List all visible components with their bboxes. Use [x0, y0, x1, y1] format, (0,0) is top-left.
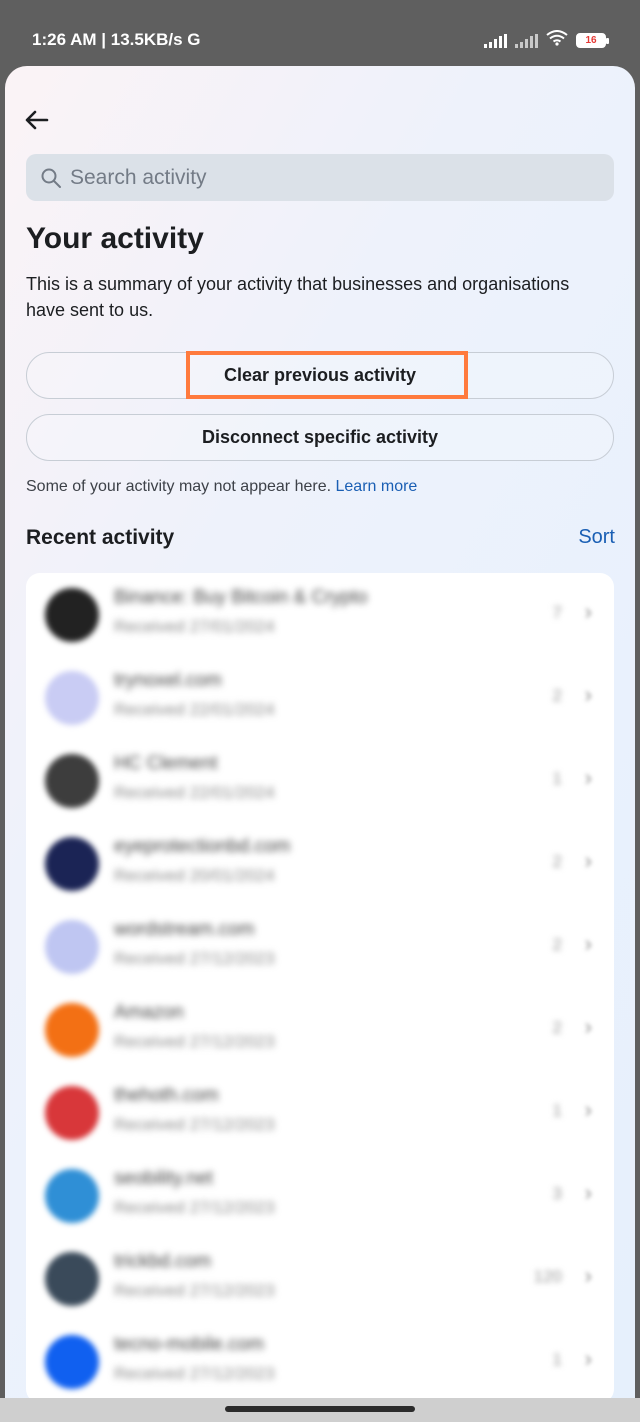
item-count: 2 [552, 1018, 562, 1037]
chevron-right-icon: › [584, 1263, 592, 1288]
item-received: Received 27/12/2023 [114, 1115, 275, 1134]
item-count: 1 [552, 769, 562, 788]
chevron-right-icon: › [584, 848, 592, 873]
chevron-right-icon: › [584, 765, 592, 790]
signal-2-icon [515, 33, 538, 48]
item-count: 1 [552, 1101, 562, 1120]
item-name: eyeprotectionbd.com [114, 836, 291, 857]
activity-list: Binance: Buy Bitcoin & Crypto Received 2… [26, 573, 614, 1398]
disconnect-button-label: Disconnect specific activity [201, 427, 439, 447]
item-name: tecno-mobile.com [114, 1334, 264, 1355]
item-count: 2 [552, 935, 562, 954]
chevron-right-icon: › [584, 599, 592, 624]
list-item[interactable]: seobility.net Received 27/12/2023 3 › [26, 1154, 614, 1237]
item-count: 120 [533, 1267, 562, 1286]
home-gesture-handle[interactable] [225, 1406, 415, 1412]
chevron-right-icon: › [584, 1097, 592, 1122]
item-count: 1 [552, 1350, 562, 1369]
item-name: thehoth.com [114, 1085, 219, 1106]
signal-icon [484, 33, 507, 48]
item-received: Received 27/01/2024 [114, 617, 275, 636]
list-item[interactable]: tecno-mobile.com Received 27/12/2023 1 › [26, 1320, 614, 1398]
item-count: 7 [552, 603, 562, 622]
app-avatar [45, 837, 99, 891]
item-name: seobility.net [114, 1168, 213, 1189]
app-avatar [45, 1252, 99, 1306]
item-count: 2 [552, 852, 562, 871]
page-title: Your activity [26, 222, 204, 255]
item-name: Amazon [114, 1002, 184, 1023]
activity-sheet: Search activity Your activity This is a … [5, 66, 635, 1398]
item-received: Received 27/12/2023 [114, 949, 275, 968]
search-input[interactable]: Search activity [26, 154, 614, 201]
item-count: 2 [552, 686, 562, 705]
app-avatar [45, 1086, 99, 1140]
app-avatar [45, 920, 99, 974]
app-avatar [45, 671, 99, 725]
sort-button[interactable]: Sort [578, 526, 615, 549]
item-name: trickbd.com [114, 1251, 212, 1272]
chevron-right-icon: › [584, 1180, 592, 1205]
app-avatar [45, 1169, 99, 1223]
clear-previous-activity-button[interactable]: Clear previous activity [26, 352, 614, 399]
list-item[interactable]: Binance: Buy Bitcoin & Crypto Received 2… [26, 573, 614, 656]
status-bar: 1:26 AM | 13.5KB/s G 16 [0, 0, 640, 72]
chevron-right-icon: › [584, 1014, 592, 1039]
app-avatar [45, 588, 99, 642]
list-item[interactable]: wordstream.com Received 27/12/2023 2 › [26, 905, 614, 988]
arrow-left-icon [25, 110, 49, 130]
chevron-right-icon: › [584, 682, 592, 707]
battery-icon: 16 [576, 33, 609, 48]
learn-more-link[interactable]: Learn more [336, 478, 418, 495]
list-item[interactable]: trynoxel.com Received 22/01/2024 2 › [26, 656, 614, 739]
list-item[interactable]: trickbd.com Received 27/12/2023 120 › [26, 1237, 614, 1320]
status-time-speed: 1:26 AM | 13.5KB/s G [32, 30, 201, 49]
list-item[interactable]: thehoth.com Received 27/12/2023 1 › [26, 1071, 614, 1154]
item-count: 3 [552, 1184, 562, 1203]
disconnect-specific-activity-button[interactable]: Disconnect specific activity [26, 414, 614, 461]
item-name: Binance: Buy Bitcoin & Crypto [114, 587, 368, 608]
item-received: Received 27/12/2023 [114, 1281, 275, 1300]
list-item[interactable]: eyeprotectionbd.com Received 20/01/2024 … [26, 822, 614, 905]
item-name: wordstream.com [114, 919, 255, 940]
recent-activity-heading: Recent activity [26, 526, 175, 549]
item-received: Received 27/12/2023 [114, 1198, 275, 1217]
app-avatar [45, 754, 99, 808]
item-received: Received 22/01/2024 [114, 783, 275, 802]
item-name: HC Clement [114, 753, 218, 774]
list-item[interactable]: Amazon Received 27/12/2023 2 › [26, 988, 614, 1071]
app-avatar [45, 1335, 99, 1389]
chevron-right-icon: › [584, 1346, 592, 1371]
list-item[interactable]: HC Clement Received 22/01/2024 1 › [26, 739, 614, 822]
search-icon [41, 168, 61, 188]
chevron-right-icon: › [584, 931, 592, 956]
item-received: Received 22/01/2024 [114, 700, 275, 719]
note-text: Some of your activity may not appear her… [26, 478, 332, 495]
back-button[interactable] [23, 106, 53, 136]
app-avatar [45, 1003, 99, 1057]
wifi-icon [546, 30, 568, 51]
item-name: trynoxel.com [114, 670, 222, 691]
clear-button-label: Clear previous activity [223, 365, 417, 385]
activity-note: Some of your activity may not appear her… [26, 478, 417, 496]
search-placeholder: Search activity [70, 165, 207, 189]
item-received: Received 27/12/2023 [114, 1364, 275, 1383]
page-description: This is a summary of your activity that … [26, 274, 570, 320]
item-received: Received 20/01/2024 [114, 866, 275, 885]
status-icons: 16 [484, 30, 609, 51]
item-received: Received 27/12/2023 [114, 1032, 275, 1051]
